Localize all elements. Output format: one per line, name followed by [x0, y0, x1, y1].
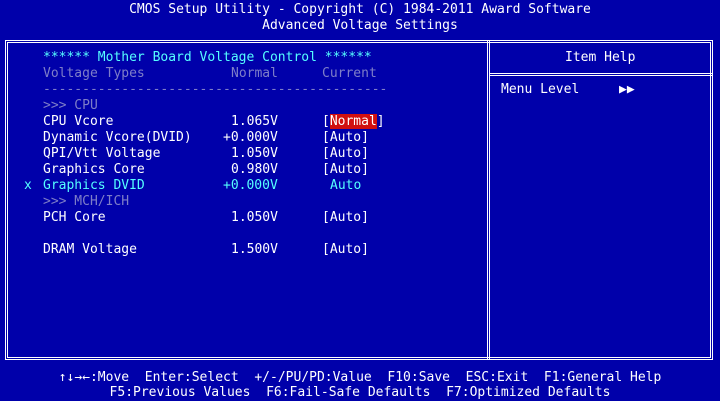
setting-current-text[interactable]: Auto	[330, 210, 361, 225]
setting-current-value[interactable]: [Auto]	[322, 242, 369, 258]
setting-current-value[interactable]: [Auto]	[322, 130, 369, 146]
column-separator: ----------------------------------------…	[43, 82, 388, 97]
footer-keys-line2: F5:Previous Values F6:Fail-Safe Defaults…	[109, 385, 611, 400]
group-header-cpu: >>> CPU	[43, 98, 98, 113]
column-header-type: Voltage Types	[43, 66, 145, 81]
setting-current-value[interactable]: [Auto]	[322, 146, 369, 162]
setting-label: DRAM Voltage	[43, 242, 137, 257]
setting-current-value[interactable]: [Auto]	[322, 210, 369, 226]
footer-keys-line1: ↑↓→←:Move Enter:Select +/-/PU/PD:Value F…	[58, 370, 662, 385]
section-title: ****** Mother Board Voltage Control ****…	[43, 50, 372, 65]
setting-normal-value: 1.500V	[231, 242, 278, 257]
setting-normal-value: +0.000V	[223, 130, 278, 145]
setting-normal-value: 1.050V	[231, 210, 278, 225]
setting-label: CPU Vcore	[43, 114, 114, 129]
double-arrow-icon: ▶▶	[619, 82, 635, 97]
setting-current-text[interactable]: Auto	[330, 146, 361, 161]
group-header-mch: >>> MCH/ICH	[43, 194, 130, 209]
setting-current-value[interactable]: [Normal]	[322, 114, 385, 130]
setting-current-text[interactable]: Auto	[330, 162, 361, 177]
header-title: CMOS Setup Utility - Copyright (C) 1984-…	[129, 2, 591, 17]
setting-normal-value: 1.065V	[231, 114, 278, 129]
header-subtitle: Advanced Voltage Settings	[262, 18, 458, 33]
setting-current-text[interactable]: Auto	[330, 242, 361, 257]
help-separator	[490, 73, 713, 76]
menu-level-label: Menu Level	[501, 82, 580, 97]
setting-current-value[interactable]: [Auto]	[322, 162, 369, 178]
help-title: Item Help	[565, 50, 636, 65]
setting-current-text[interactable]: Normal	[329, 114, 377, 129]
column-header-normal: Normal	[231, 66, 278, 81]
setting-normal-value: 0.980V	[231, 162, 278, 177]
setting-label: QPI/Vtt Voltage	[43, 146, 161, 161]
setting-current-text[interactable]: Auto	[330, 130, 361, 145]
setting-current-value: Auto	[330, 178, 362, 193]
disabled-marker: x	[24, 178, 32, 193]
setting-label: Graphics DVID	[43, 178, 145, 193]
column-header-current: Current	[322, 66, 377, 81]
setting-normal-value: +0.000V	[223, 178, 278, 193]
panel-divider	[487, 40, 490, 360]
setting-normal-value: 1.050V	[231, 146, 278, 161]
setting-label: PCH Core	[43, 210, 106, 225]
setting-label: Dynamic Vcore(DVID)	[43, 130, 192, 145]
setting-label: Graphics Core	[43, 162, 145, 177]
